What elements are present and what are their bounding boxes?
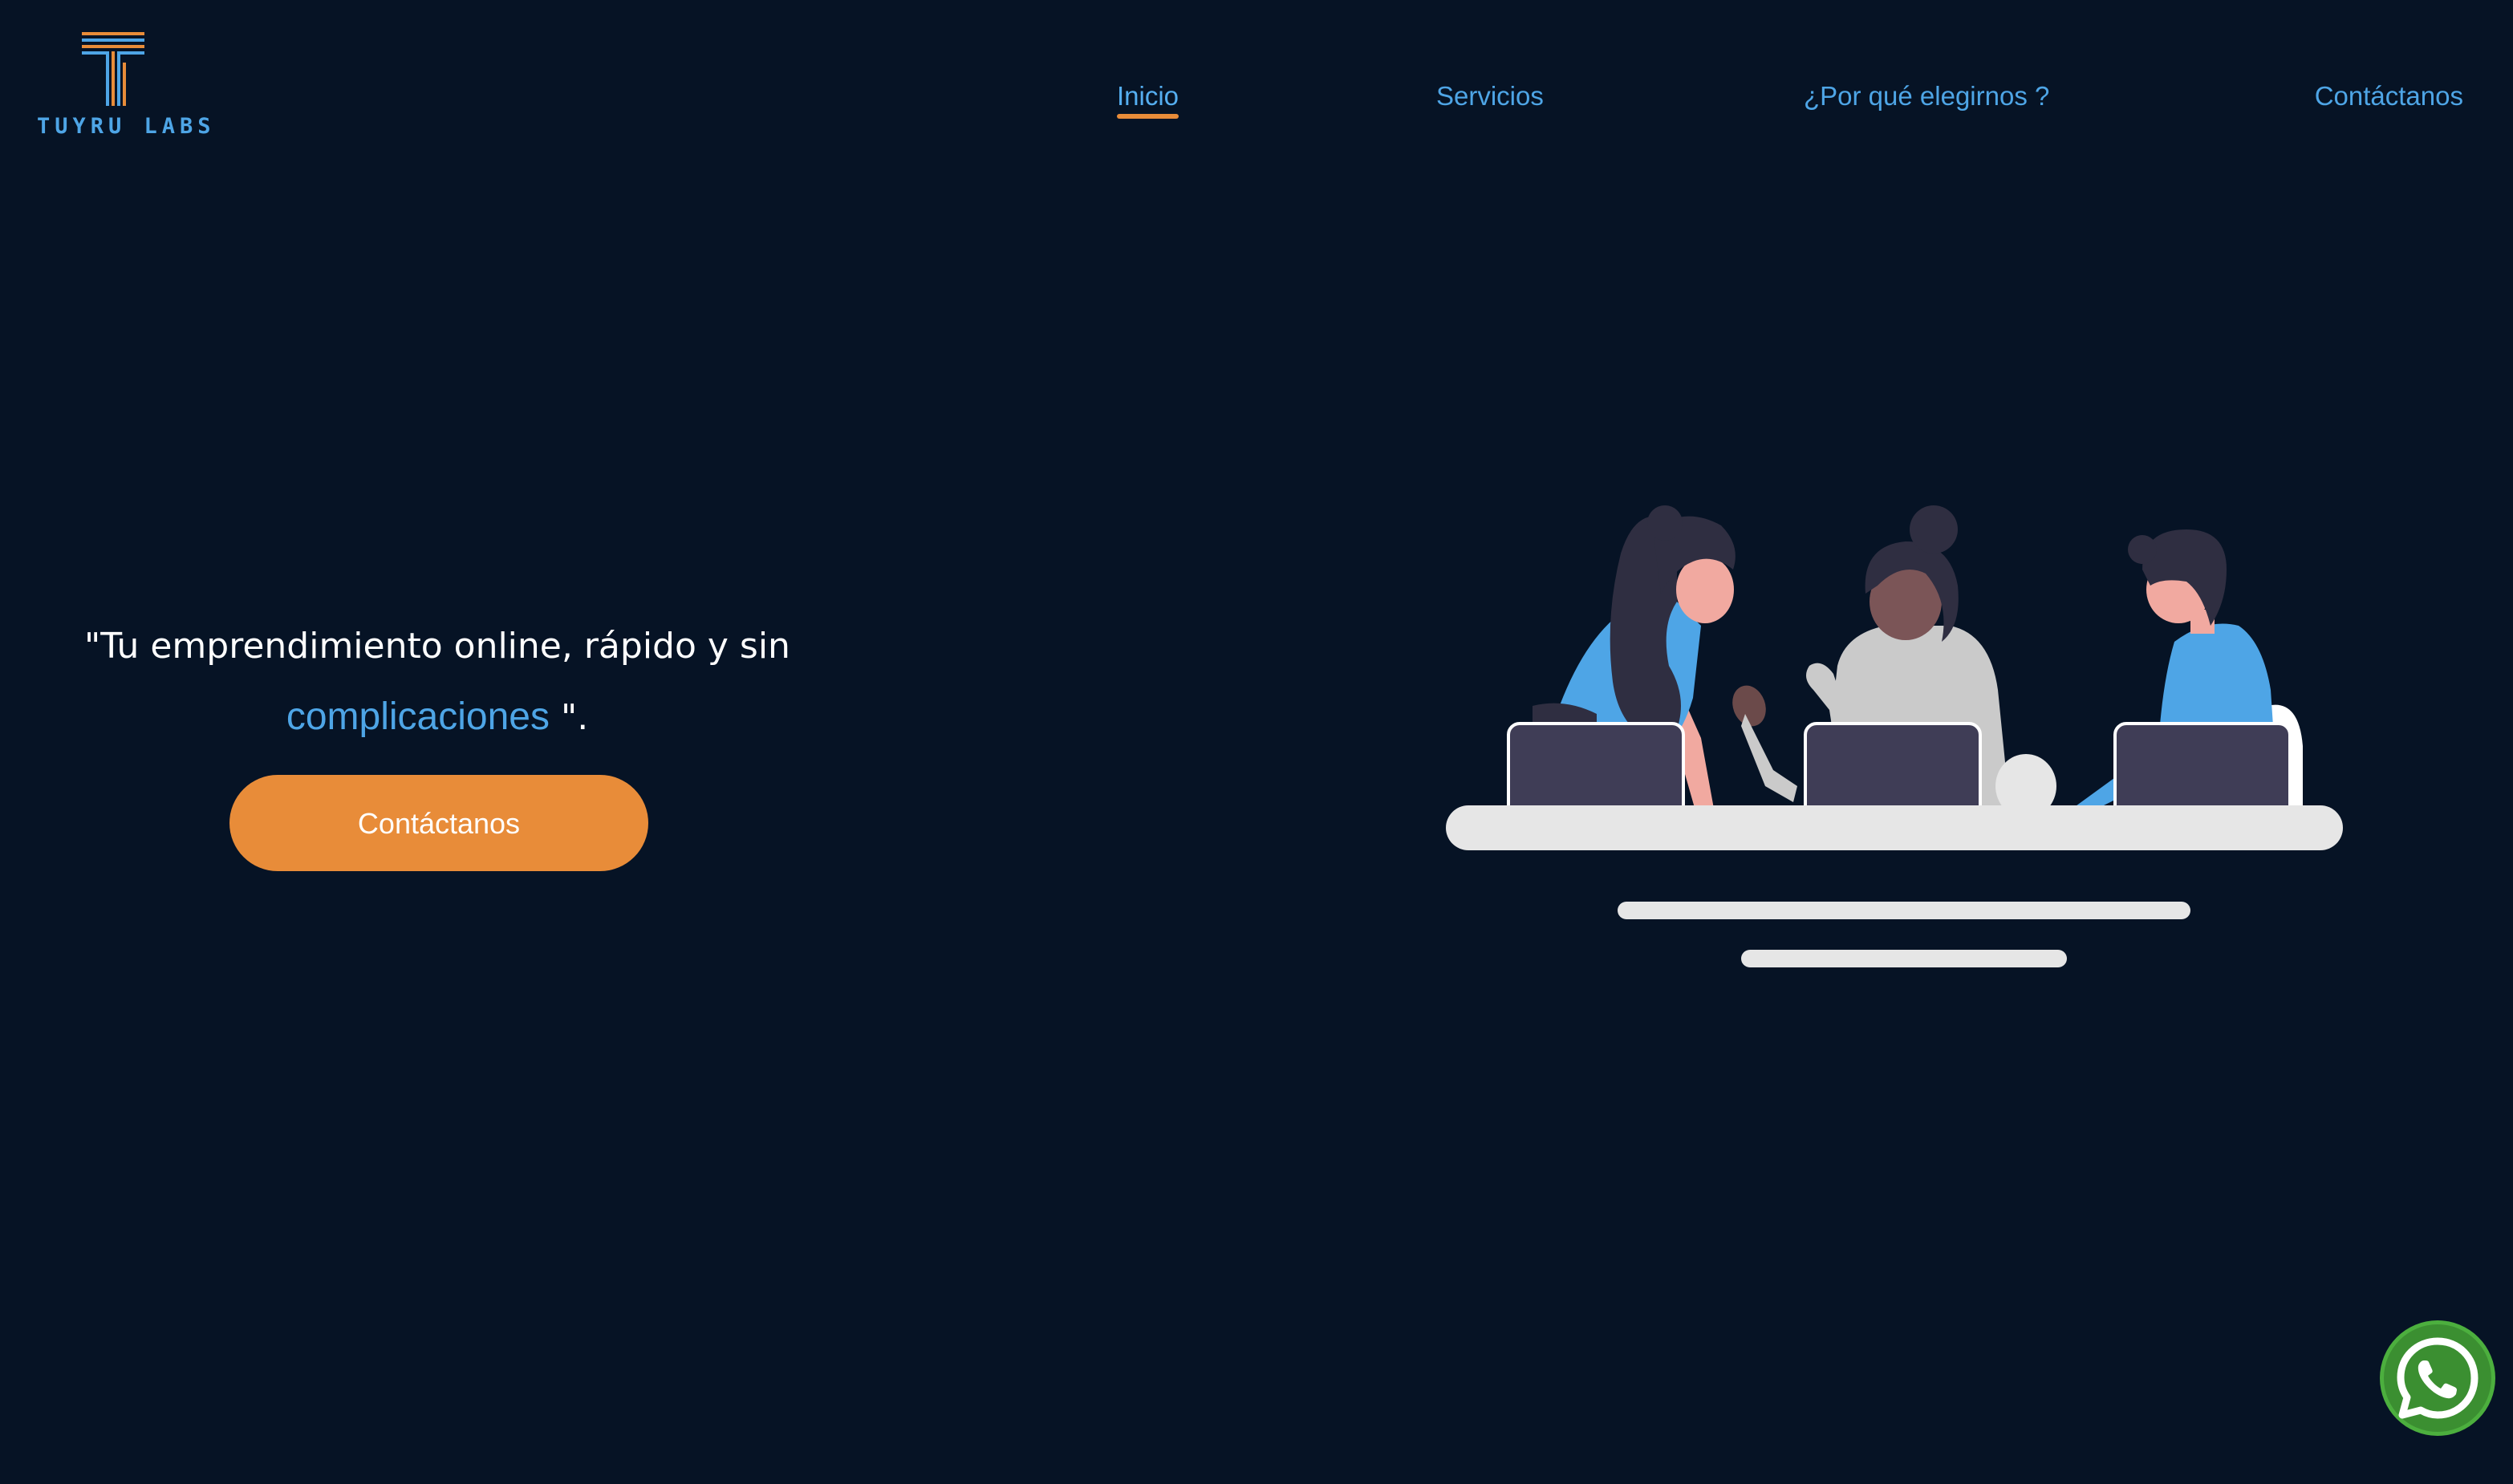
logo-mark-icon xyxy=(82,32,144,106)
hero-tagline: "Tu emprendimiento online, rápido y sin … xyxy=(48,611,826,753)
contact-cta-button[interactable]: Contáctanos xyxy=(229,775,648,871)
logo-text: TUYRU LABS xyxy=(37,114,216,139)
nav-contactanos[interactable]: Contáctanos xyxy=(2315,80,2463,112)
whatsapp-icon[interactable] xyxy=(2380,1320,2495,1436)
table xyxy=(1446,805,2343,850)
hero-tagline-accent: complicaciones xyxy=(286,695,550,738)
team-working-illustration-icon xyxy=(1446,505,2343,967)
hero-tagline-part1: "Tu emprendimiento online, rápido y sin xyxy=(84,626,790,667)
hero-tagline-part2: ". xyxy=(549,697,589,738)
floor-line-short xyxy=(1741,950,2067,967)
floor-line-long xyxy=(1618,902,2190,919)
nav-por-que-elegirnos[interactable]: ¿Por qué elegirnos ? xyxy=(1804,80,2049,112)
nav-servicios[interactable]: Servicios xyxy=(1436,80,1544,112)
logo[interactable]: TUYRU LABS xyxy=(37,30,216,143)
nav-inicio[interactable]: Inicio xyxy=(1117,80,1179,119)
